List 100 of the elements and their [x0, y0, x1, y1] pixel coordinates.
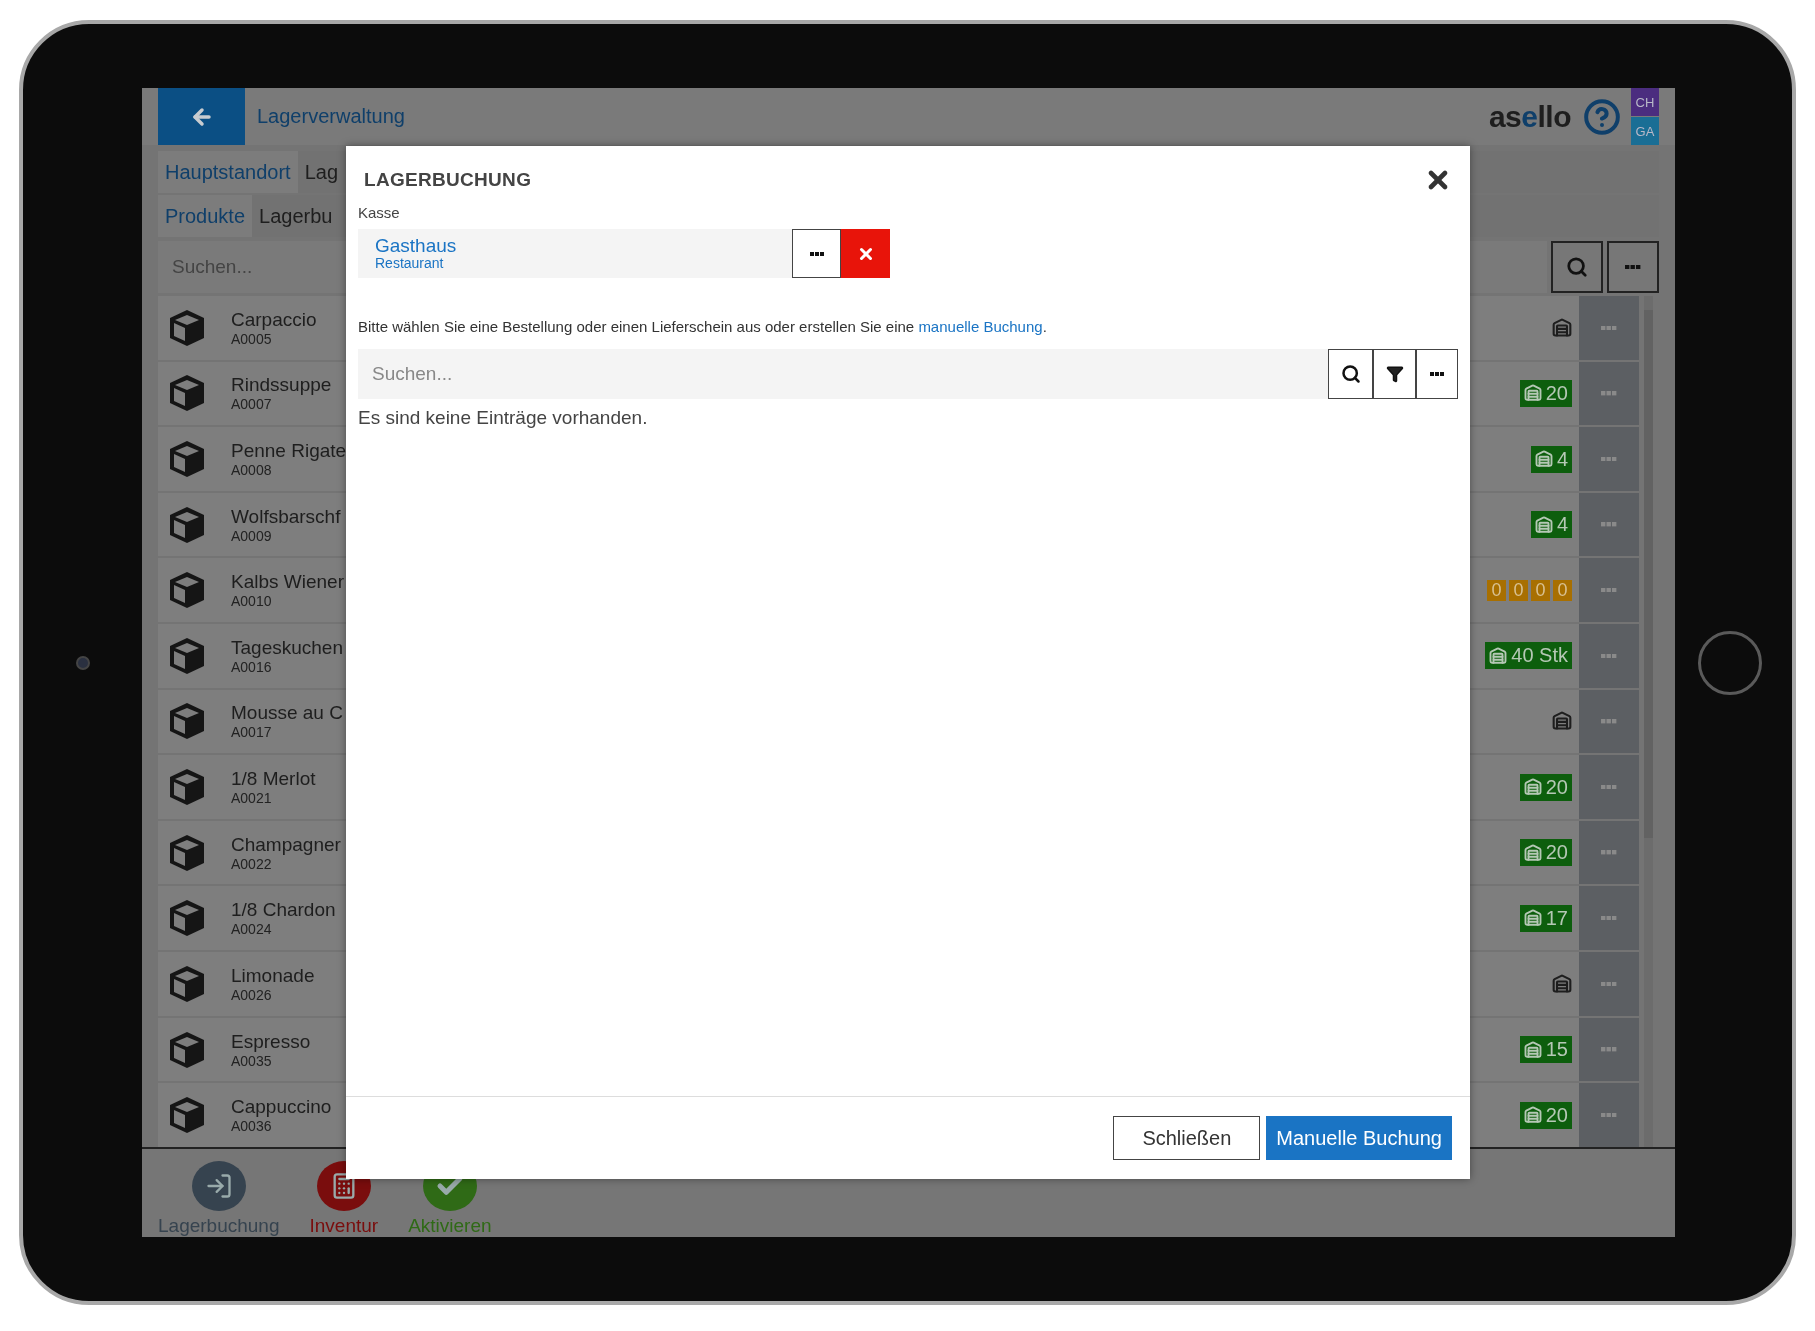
product-name: Espresso — [231, 1030, 311, 1053]
secondary-button[interactable]: Schließen — [1113, 1116, 1261, 1160]
search-icon — [1340, 364, 1361, 384]
row-more-button[interactable] — [1579, 492, 1639, 557]
stock-badge: 20 — [1519, 379, 1572, 407]
product-name: Tageskuchen — [231, 636, 343, 659]
empty-message: Es sind keine Einträge vorhanden. — [358, 407, 648, 429]
stock-badge: 20 — [1519, 1101, 1572, 1129]
product-name: Mousse au C — [231, 702, 343, 725]
product-code: A0024 — [231, 921, 272, 938]
search-field[interactable]: Suchen... — [358, 349, 1328, 399]
view-tab[interactable]: Produkte — [158, 195, 253, 237]
product-name: Carpaccio — [231, 308, 317, 331]
search-button[interactable] — [1328, 349, 1373, 399]
row-more-button[interactable] — [1579, 886, 1639, 951]
cube-icon — [167, 570, 207, 611]
row-more-button[interactable] — [1579, 1083, 1639, 1147]
cube-icon — [167, 307, 207, 348]
product-name: 1/8 Chardon — [231, 899, 336, 922]
stock-badge: 4 — [1530, 445, 1572, 473]
dialog-title: LAGERBUCHUNG — [364, 169, 532, 191]
digit-box: 0 — [1509, 579, 1528, 601]
filter-button[interactable] — [1373, 349, 1416, 399]
more-icon — [1625, 264, 1641, 270]
more-icon — [1601, 1112, 1617, 1118]
row-more-button[interactable] — [1579, 689, 1639, 754]
cube-icon — [167, 767, 207, 808]
clear-button[interactable] — [841, 229, 890, 278]
cube-icon — [167, 963, 207, 1004]
filter-icon — [1385, 365, 1404, 383]
product-code: A0017 — [231, 724, 272, 741]
help-icon[interactable] — [1583, 97, 1621, 136]
manual-booking-link[interactable]: manuelle Buchung — [918, 318, 1043, 335]
primary-button[interactable]: Manuelle Buchung — [1266, 1116, 1452, 1160]
product-name: Cappuccino — [231, 1096, 332, 1119]
search-icon — [1566, 256, 1588, 278]
product-code: A0007 — [231, 396, 272, 413]
register-field[interactable]: Gasthaus Restaurant — [358, 229, 792, 278]
row-more-button[interactable] — [1579, 427, 1639, 491]
row-more-button[interactable] — [1579, 624, 1639, 688]
view-tab[interactable]: Lagerbu — [252, 195, 340, 237]
product-code: A0005 — [231, 330, 272, 347]
row-more-button[interactable] — [1579, 1017, 1639, 1082]
camera-dot — [75, 655, 90, 670]
location-tab[interactable]: Lag — [297, 151, 345, 193]
product-code: A0026 — [231, 986, 272, 1003]
cube-icon — [167, 1095, 207, 1136]
product-code: A0021 — [231, 790, 272, 807]
stock-badge: 15 — [1519, 1036, 1572, 1063]
back-button[interactable] — [158, 88, 245, 145]
stock-badge: 17 — [1519, 904, 1572, 932]
more-icon — [1601, 981, 1617, 987]
product-code: A0022 — [231, 855, 272, 872]
product-code: A0008 — [231, 462, 272, 478]
more-icon — [809, 251, 824, 256]
product-name: Limonade — [231, 964, 315, 987]
page-title: Lagerverwaltung — [257, 105, 405, 128]
row-more-button[interactable] — [1579, 558, 1639, 623]
user-badge[interactable]: CH — [1631, 88, 1659, 116]
stock-badge: 20 — [1519, 773, 1572, 801]
row-more-button[interactable] — [1579, 952, 1639, 1016]
product-name: Kalbs Wiener — [231, 571, 344, 594]
location-tab[interactable]: Hauptstandort — [158, 151, 298, 193]
more-icon — [1601, 784, 1617, 790]
enter-icon — [204, 1172, 233, 1200]
more-icon — [1601, 719, 1617, 724]
product-code: A0009 — [231, 527, 272, 544]
more-icon — [1601, 522, 1617, 527]
product-code: A0010 — [231, 593, 272, 610]
cube-icon — [167, 504, 207, 545]
more-icon — [1430, 372, 1444, 376]
warehouse-icon — [1552, 711, 1572, 732]
more-button[interactable] — [1416, 349, 1458, 399]
more-icon — [1601, 391, 1617, 396]
row-more-button[interactable] — [1579, 820, 1639, 885]
instruction-text: Bitte wählen Sie eine Bestellung oder einen Lieferschein aus oder erstellen Sie eine manuelle Buchung. — [358, 318, 1047, 335]
product-name: 1/8 Merlot — [231, 768, 316, 791]
stock-badge: 4 — [1530, 511, 1572, 539]
user-badge[interactable]: GA — [1631, 117, 1659, 145]
more-icon — [1601, 850, 1617, 855]
logo: asello — [1488, 99, 1571, 134]
cube-icon — [167, 898, 207, 939]
row-more-button[interactable] — [1579, 755, 1639, 819]
cube-icon — [167, 701, 207, 742]
cube-icon — [167, 635, 207, 676]
field-label: Kasse — [358, 204, 400, 221]
product-name: Rindssuppe — [231, 374, 332, 397]
more-icon — [1601, 1047, 1617, 1052]
digit-box: 0 — [1553, 579, 1572, 601]
row-more-button[interactable] — [1579, 361, 1639, 426]
cube-icon — [167, 439, 207, 479]
toolbar-button[interactable]: Lagerbuchung — [158, 1149, 280, 1237]
warehouse-icon — [1552, 973, 1572, 994]
cube-icon — [167, 832, 207, 873]
product-code: A0036 — [231, 1118, 272, 1135]
home-button[interactable] — [1697, 630, 1762, 695]
product-name: Penne Rigate — [231, 440, 347, 462]
more-icon — [1601, 588, 1617, 593]
more-button[interactable] — [792, 229, 841, 278]
scrollbar[interactable] — [1644, 296, 1653, 1147]
